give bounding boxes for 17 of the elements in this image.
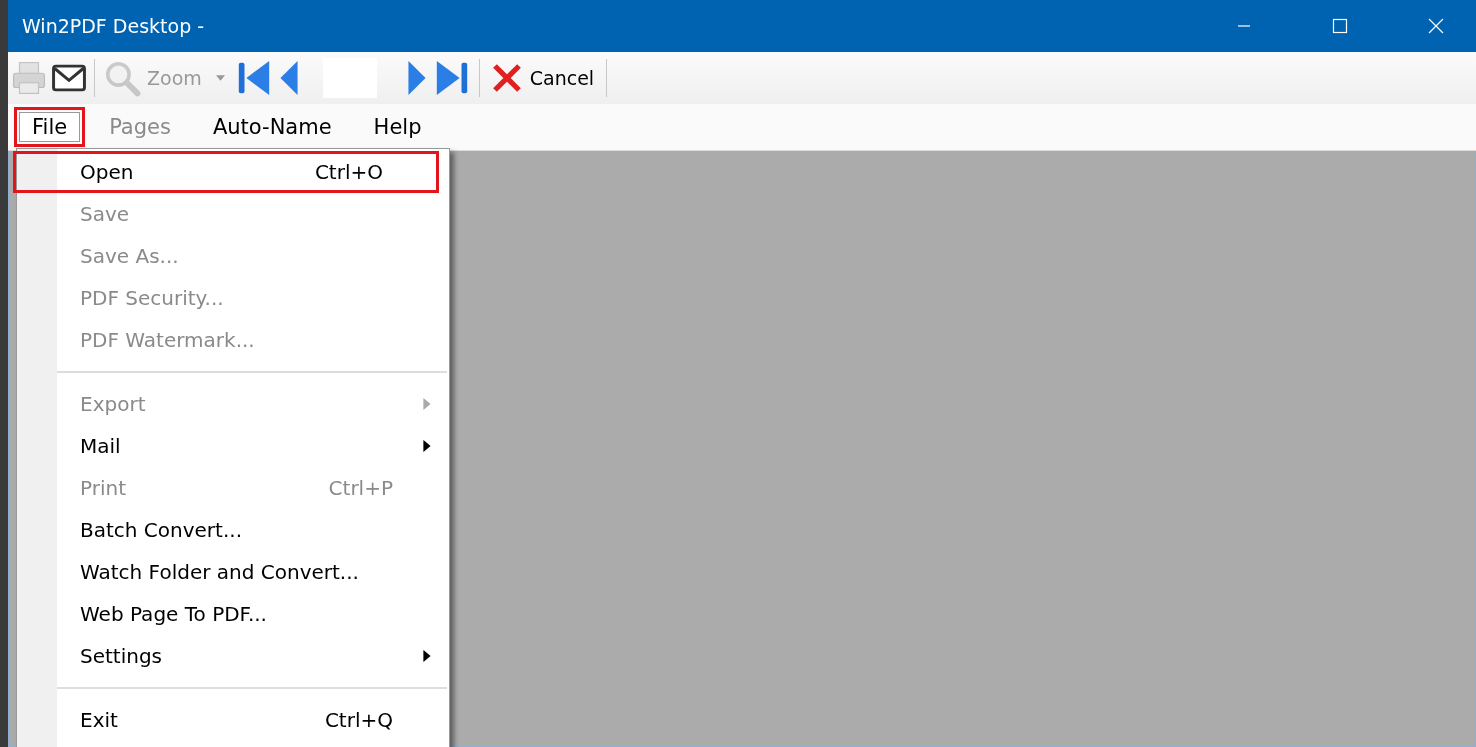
menu-bar-item[interactable]: Auto-Name	[194, 107, 350, 147]
menu-item[interactable]: Exit Ctrl+Q	[17, 699, 449, 741]
window-title: Win2PDF Desktop -	[22, 15, 206, 37]
menu-item[interactable]: Web Page To PDF...	[17, 593, 449, 635]
menu-item[interactable]: Watch Folder and Convert...	[17, 551, 449, 593]
menu-bar-item[interactable]: File	[14, 107, 86, 147]
cancel-button[interactable]: Cancel	[485, 59, 601, 97]
menu-item[interactable]: Open Ctrl+O	[13, 151, 439, 193]
next-page-icon[interactable]	[405, 59, 428, 97]
menu-bar-item[interactable]: Help	[355, 107, 440, 147]
maximize-icon[interactable]	[1332, 18, 1348, 34]
menu-item[interactable]: Settings	[17, 635, 449, 677]
menu-item[interactable]: Batch Convert...	[17, 509, 449, 551]
close-icon[interactable]	[1428, 18, 1444, 34]
caret-icon[interactable]	[215, 75, 225, 81]
menu-item[interactable]: Mail	[17, 425, 449, 467]
cancel-icon	[491, 63, 522, 93]
